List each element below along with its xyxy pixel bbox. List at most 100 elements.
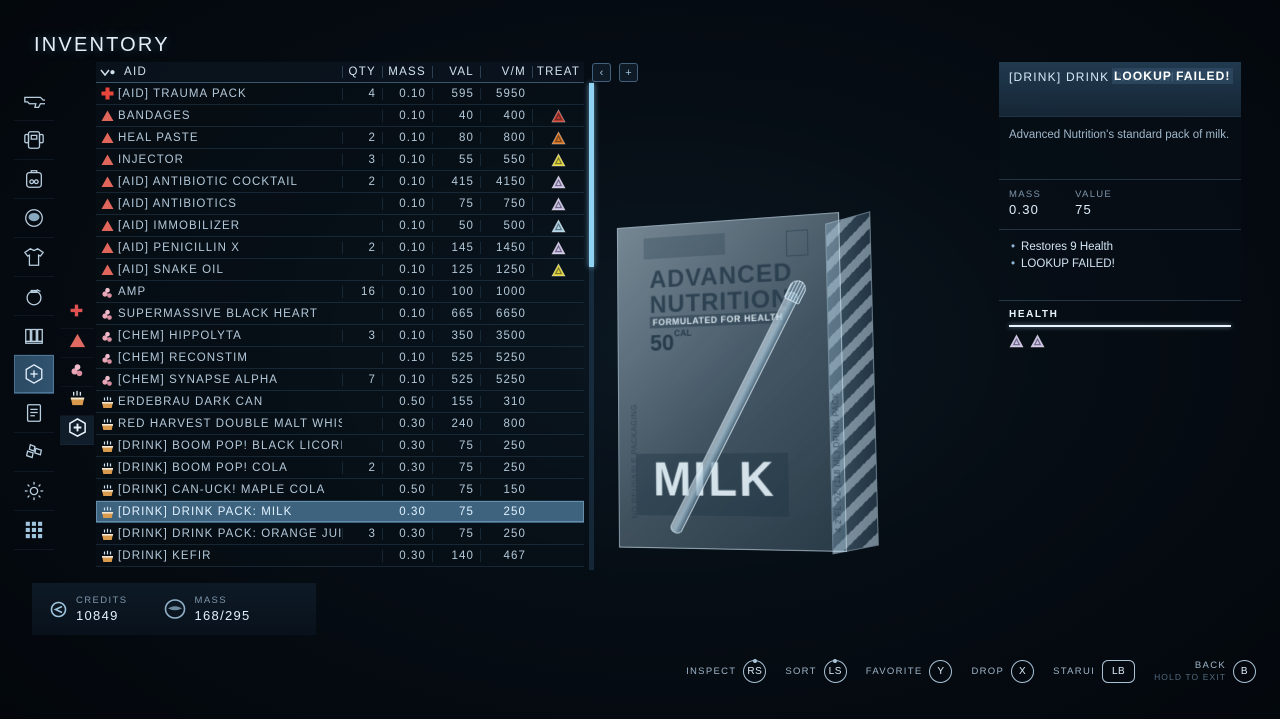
- header-treat[interactable]: TREAT: [532, 66, 584, 78]
- grid-icon: [23, 519, 45, 541]
- header-val[interactable]: VAL: [432, 66, 480, 78]
- category-item-aid[interactable]: [14, 355, 54, 394]
- hint-drop[interactable]: DROP X: [971, 660, 1035, 683]
- item-value: 100: [432, 285, 480, 298]
- treat-cell: [532, 262, 584, 277]
- table-row[interactable]: INJECTOR 3 0.10 55 550: [96, 149, 584, 171]
- table-row[interactable]: SUPERMASSIVE BLACK HEART 0.10 665 6650: [96, 303, 584, 325]
- category-item-resources[interactable]: [14, 433, 54, 472]
- calorie-unit: CAL: [673, 327, 692, 339]
- sort-indicator-icon[interactable]: [96, 68, 118, 77]
- hint-inspect[interactable]: INSPECT RS: [686, 658, 767, 683]
- milk-carton-model[interactable]: ADVANCED NUTRITION FORMULATED FOR HEALTH…: [616, 211, 879, 555]
- item-mass: 0.10: [382, 329, 432, 342]
- category-item-pack[interactable]: [14, 160, 54, 199]
- treatment-triangle-icon: [551, 262, 566, 276]
- table-row[interactable]: [AID] TRAUMA PACK 4 0.10 595 5950: [96, 83, 584, 105]
- red-triangle-icon: [67, 330, 88, 356]
- category-item-spacesuit[interactable]: [14, 121, 54, 160]
- table-row[interactable]: ERDEBRAU DARK CAN 0.50 155 310: [96, 391, 584, 413]
- item-qty: 2: [342, 461, 382, 474]
- treat-cell: [532, 174, 584, 189]
- table-row[interactable]: HEAL PASTE 2 0.10 80 800: [96, 127, 584, 149]
- subcategory-item-medkit[interactable]: [60, 300, 94, 329]
- category-item-ammo[interactable]: [14, 316, 54, 355]
- item-name: [AID] TRAUMA PACK: [118, 87, 247, 100]
- item-value: 75: [432, 483, 480, 496]
- gamepad-button-b-icon: B: [1233, 660, 1256, 683]
- table-row[interactable]: [DRINK] KEFIR 0.30 140 467: [96, 545, 584, 567]
- hint-back[interactable]: BACK HOLD TO EXIT B: [1154, 660, 1256, 683]
- category-item-misc[interactable]: [14, 472, 54, 511]
- table-row[interactable]: [DRINK] DRINK PACK: MILK 0.30 75 250: [96, 501, 584, 523]
- table-row[interactable]: [AID] SNAKE OIL 0.10 125 1250: [96, 259, 584, 281]
- item-mass: 0.30: [382, 527, 432, 540]
- item-value: 75: [432, 505, 480, 518]
- item-name: ERDEBRAU DARK CAN: [118, 395, 264, 408]
- item-value: 525: [432, 373, 480, 386]
- header-vm[interactable]: V/M: [480, 66, 532, 78]
- category-item-all[interactable]: [14, 511, 54, 550]
- hint-starui[interactable]: STARUI LB: [1053, 660, 1136, 683]
- category-item-apparel[interactable]: [14, 238, 54, 277]
- ammo-icon: [23, 324, 45, 346]
- resistance-icons: [1009, 334, 1231, 348]
- scrollbar-thumb[interactable]: [589, 83, 594, 267]
- subcategory-item-food[interactable]: [60, 329, 94, 358]
- table-row[interactable]: [DRINK] BOOM POP! COLA 2 0.30 75 250: [96, 457, 584, 479]
- add-button[interactable]: +: [619, 63, 638, 82]
- table-row[interactable]: [DRINK] CAN-UCK! MAPLE COLA 0.50 75 150: [96, 479, 584, 501]
- subcategory-item-chems[interactable]: [60, 358, 94, 387]
- category-item-throwable[interactable]: [14, 277, 54, 316]
- hint-favorite[interactable]: FAVORITE Y: [866, 660, 953, 683]
- table-row[interactable]: AMP 16 0.10 100 1000: [96, 281, 584, 303]
- header-mass[interactable]: MASS: [382, 66, 432, 78]
- table-row[interactable]: [CHEM] HIPPOLYTA 3 0.10 350 3500: [96, 325, 584, 347]
- food-triangle-icon: [96, 262, 118, 277]
- effect-item: LOOKUP FAILED!: [1011, 256, 1231, 273]
- chem-icon: [96, 306, 118, 321]
- mass-value: 0.30: [1009, 202, 1040, 217]
- table-row[interactable]: [DRINK] DRINK PACK: ORANGE JUICE 3 0.30 75 2…: [96, 523, 584, 545]
- subcategory-item-drinks[interactable]: [60, 387, 94, 416]
- header-name[interactable]: AID: [118, 66, 342, 78]
- category-item-weapons[interactable]: [14, 82, 54, 121]
- aid-hexagon-icon: [23, 363, 45, 385]
- item-mass: 0.10: [382, 263, 432, 276]
- table-row[interactable]: [CHEM] RECONSTIM 0.10 525 5250: [96, 347, 584, 369]
- table-header-row: AID QTY MASS VAL V/M TREAT: [96, 62, 584, 83]
- drink-cup-icon: [96, 416, 118, 431]
- effect-item: Restores 9 Health: [1011, 239, 1231, 256]
- chem-icon: [96, 350, 118, 365]
- item-name: AMP: [118, 285, 147, 298]
- treat-cell: [532, 108, 584, 123]
- table-row[interactable]: [AID] ANTIBIOTICS 0.10 75 750: [96, 193, 584, 215]
- prev-page-button[interactable]: ‹: [592, 63, 611, 82]
- item-mass: 0.10: [382, 285, 432, 298]
- detail-title-error-overlay: LOOKUP FAILED!: [1112, 68, 1233, 84]
- table-scrollbar[interactable]: [589, 83, 594, 570]
- header-qty[interactable]: QTY: [342, 66, 382, 78]
- item-value: 50: [432, 219, 480, 232]
- treatment-triangle-icon: [551, 130, 566, 144]
- item-qty: 3: [342, 329, 382, 342]
- category-item-notes[interactable]: [14, 394, 54, 433]
- value-label: VALUE: [1075, 189, 1113, 200]
- mass-stat: MASS 0.30: [1009, 189, 1041, 217]
- table-row[interactable]: [CHEM] SYNAPSE ALPHA 7 0.10 525 5250: [96, 369, 584, 391]
- item-preview[interactable]: ADVANCED NUTRITION FORMULATED FOR HEALTH…: [600, 210, 879, 562]
- item-name: [DRINK] BOOM POP! COLA: [118, 461, 288, 474]
- gamepad-button-lb-icon: LB: [1102, 660, 1136, 683]
- treat-cell: [532, 218, 584, 233]
- subcategory-rail: [60, 300, 94, 445]
- item-mass: 0.10: [382, 109, 432, 122]
- table-row[interactable]: [DRINK] BOOM POP! BLACK LICORICE 0.30 75 25…: [96, 435, 584, 457]
- category-item-helmet[interactable]: [14, 199, 54, 238]
- hint-sort[interactable]: SORT LS: [785, 658, 847, 683]
- table-row[interactable]: BANDAGES 0.10 40 400: [96, 105, 584, 127]
- subcategory-item-aid-all[interactable]: [60, 416, 94, 445]
- table-row[interactable]: [AID] IMMOBILIZER 0.10 50 500: [96, 215, 584, 237]
- table-row[interactable]: RED HARVEST DOUBLE MALT WHISKEY 0.3024080…: [96, 413, 584, 435]
- table-row[interactable]: [AID] ANTIBIOTIC COCKTAIL 2 0.10 415 4150: [96, 171, 584, 193]
- table-row[interactable]: [AID] PENICILLIN X 2 0.10 145 1450: [96, 237, 584, 259]
